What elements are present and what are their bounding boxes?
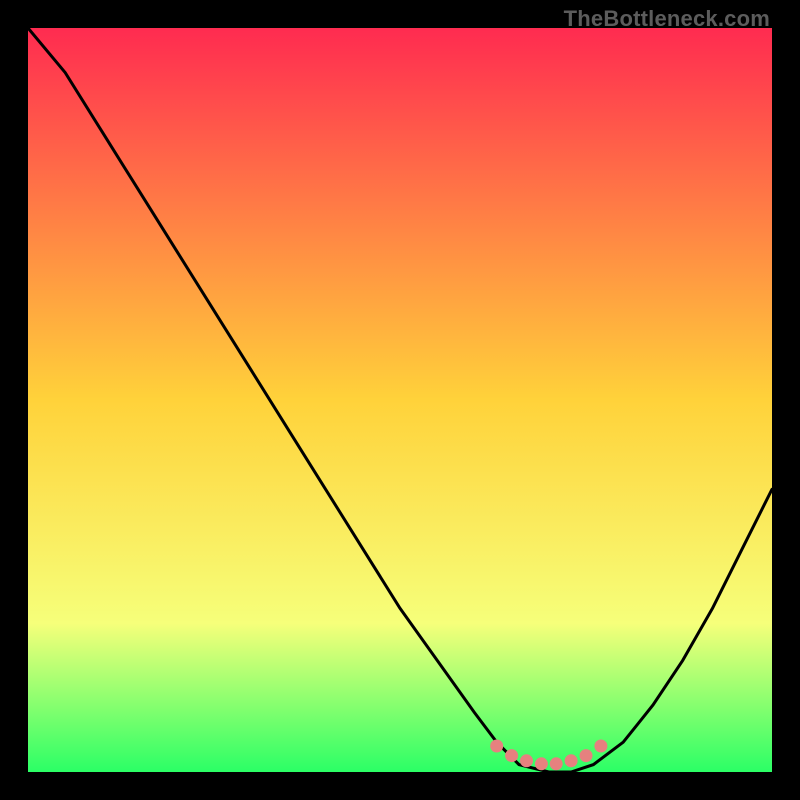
optimal-marker — [490, 740, 503, 753]
watermark-text: TheBottleneck.com — [564, 6, 770, 32]
optimal-marker — [520, 754, 533, 767]
optimal-marker — [594, 740, 607, 753]
optimal-marker — [535, 757, 548, 770]
optimal-marker — [505, 749, 518, 762]
optimal-marker — [565, 754, 578, 767]
gradient-background — [28, 28, 772, 772]
optimal-marker — [580, 749, 593, 762]
optimal-marker — [550, 757, 563, 770]
bottleneck-chart — [28, 28, 772, 772]
